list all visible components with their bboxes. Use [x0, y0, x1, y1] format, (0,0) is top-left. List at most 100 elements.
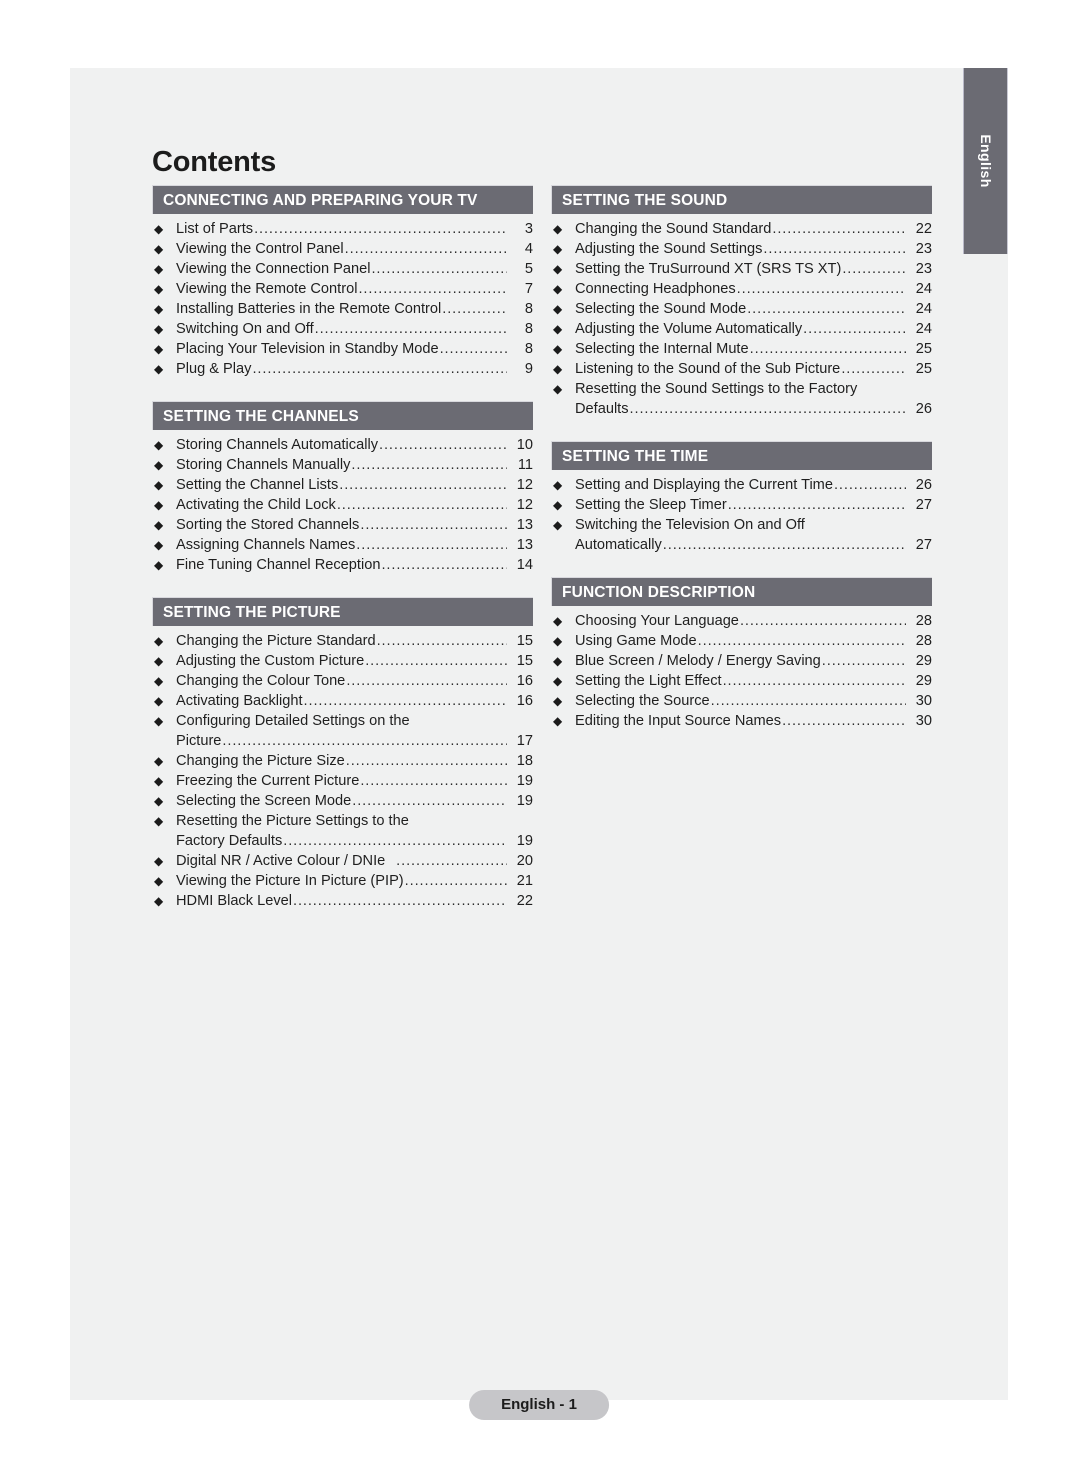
diamond-bullet-icon: ◆ — [553, 362, 563, 376]
toc-entry[interactable]: ◆ Listening to the Sound of the Sub Pictu… — [551, 359, 932, 379]
toc-entry[interactable]: ◆ Activating the Child Lock 12 — [152, 495, 533, 515]
toc-entry[interactable]: ◆ Selecting the Source 30 — [551, 691, 932, 711]
toc-entry[interactable]: ◆ Switching On and Off 8 — [152, 319, 533, 339]
toc-entry[interactable]: ◆ Viewing the Picture In Picture (PIP) 21 — [152, 871, 533, 891]
toc-entry[interactable]: ◆ Activating Backlight 16 — [152, 691, 533, 711]
toc-entry[interactable]: ◆ Installing Batteries in the Remote Cont… — [152, 299, 533, 319]
toc-entry[interactable]: ◆ Setting the Sleep Timer 27 — [551, 495, 932, 515]
toc-section: FUNCTION DESCRIPTION ◆ Choosing Your Langu… — [551, 577, 932, 731]
toc-entry-line: Choosing Your Language 28 — [575, 611, 932, 631]
toc-entry-line: Automatically 27 — [575, 535, 932, 555]
toc-entry-line: Connecting Headphones 24 — [575, 279, 932, 299]
dot-leader — [252, 359, 507, 374]
diamond-bullet-icon: ◆ — [154, 322, 164, 336]
toc-entry-label: Fine Tuning Channel Reception — [176, 557, 381, 573]
toc-entry-line: Viewing the Control Panel 4 — [176, 239, 533, 259]
toc-page-number: 13 — [516, 517, 533, 533]
diamond-bullet-icon: ◆ — [154, 222, 164, 236]
toc-entry[interactable]: ◆ Storing Channels Manually 11 — [152, 455, 533, 475]
toc-entry-line: Activating the Child Lock 12 — [176, 495, 533, 515]
toc-entry[interactable]: ◆ Selecting the Screen Mode 19 — [152, 791, 533, 811]
toc-entry[interactable]: ◆ Adjusting the Volume Automatically 24 — [551, 319, 932, 339]
diamond-bullet-icon: ◆ — [154, 478, 164, 492]
dot-leader — [346, 751, 507, 766]
toc-entry[interactable]: ◆ Resetting the Picture Settings to the Fa… — [152, 811, 533, 851]
diamond-bullet-icon: ◆ — [553, 634, 563, 648]
toc-page-number: 30 — [915, 693, 932, 709]
toc-entry[interactable]: ◆ Configuring Detailed Settings on the Pic… — [152, 711, 533, 751]
toc-entry[interactable]: ◆ Assigning Channels Names 13 — [152, 535, 533, 555]
diamond-bullet-icon: ◆ — [553, 674, 563, 688]
toc-page-number: 18 — [516, 753, 533, 769]
dot-leader — [345, 239, 507, 254]
diamond-bullet-icon: ◆ — [154, 458, 164, 472]
toc-entry[interactable]: ◆ HDMI Black Level 22 — [152, 891, 533, 911]
toc-entry[interactable]: ◆ Editing the Input Source Names 30 — [551, 711, 932, 731]
toc-entry[interactable]: ◆ Switching the Television On and Off Auto… — [551, 515, 932, 555]
toc-entry-label: Digital NR / Active Colour / DNIe — [176, 853, 386, 869]
toc-entry[interactable]: ◆ Changing the Sound Standard 22 — [551, 219, 932, 239]
toc-entry[interactable]: ◆ Setting the Light Effect 29 — [551, 671, 932, 691]
toc-page-number: 19 — [516, 793, 533, 809]
toc-page-number: 11 — [517, 457, 533, 473]
toc-page-number: 29 — [915, 653, 932, 669]
toc-entry[interactable]: ◆ Adjusting the Sound Settings 23 — [551, 239, 932, 259]
toc-entry[interactable]: ◆ List of Parts 3 — [152, 219, 533, 239]
diamond-bullet-icon: ◆ — [154, 498, 164, 512]
toc-entry-label: Sorting the Stored Channels — [176, 517, 360, 533]
toc-entry[interactable]: ◆ Selecting the Sound Mode 24 — [551, 299, 932, 319]
toc-entry[interactable]: ◆ Fine Tuning Channel Reception 14 — [152, 555, 533, 575]
diamond-bullet-icon: ◆ — [154, 518, 164, 532]
toc-entry[interactable]: ◆ Changing the Picture Size 18 — [152, 751, 533, 771]
toc-entry[interactable]: ◆ Adjusting the Custom Picture 15 — [152, 651, 533, 671]
toc-entry[interactable]: ◆ Freezing the Current Picture 19 — [152, 771, 533, 791]
toc-entry-line: List of Parts 3 — [176, 219, 533, 239]
toc-entry-label: Viewing the Picture In Picture (PIP) — [176, 873, 404, 889]
diamond-bullet-icon: ◆ — [154, 362, 164, 376]
toc-page-number: 9 — [524, 361, 533, 377]
toc-entry-line: Setting the Channel Lists 12 — [176, 475, 533, 495]
toc-entry[interactable]: ◆ Connecting Headphones 24 — [551, 279, 932, 299]
toc-entry-list: ◆ List of Parts 3 ◆ Viewing the Control Pane… — [152, 214, 533, 379]
dot-leader — [360, 771, 507, 786]
toc-entry-line: Configuring Detailed Settings on the — [176, 711, 533, 731]
toc-entry-list: ◆ Choosing Your Language 28 ◆ Using Game Mod… — [551, 606, 932, 731]
toc-entry-label: Setting the Channel Lists — [176, 477, 339, 493]
toc-entry[interactable]: ◆ Viewing the Connection Panel 5 — [152, 259, 533, 279]
diamond-bullet-icon: ◆ — [154, 674, 164, 688]
toc-entry[interactable]: ◆ Setting the Channel Lists 12 — [152, 475, 533, 495]
toc-entry-label: HDMI Black Level — [176, 893, 292, 909]
toc-page-number: 15 — [516, 653, 533, 669]
toc-entry[interactable]: ◆ Digital NR / Active Colour / DNIe 20 — [152, 851, 533, 871]
toc-entry[interactable]: ◆ Selecting the Internal Mute 25 — [551, 339, 932, 359]
toc-entry-label: Setting and Displaying the Current Time — [575, 477, 833, 493]
toc-entry[interactable]: ◆ Plug & Play 9 — [152, 359, 533, 379]
toc-entry-label: Adjusting the Sound Settings — [575, 241, 763, 257]
toc-entry-line: Factory Defaults 19 — [176, 831, 533, 851]
toc-entry-label: Configuring Detailed Settings on the — [176, 713, 410, 729]
toc-entry[interactable]: ◆ Resetting the Sound Settings to the Fac… — [551, 379, 932, 419]
toc-entry[interactable]: ◆ Changing the Picture Standard 15 — [152, 631, 533, 651]
toc-entry[interactable]: ◆ Changing the Colour Tone 16 — [152, 671, 533, 691]
toc-section: SETTING THE SOUND ◆ Changing the Sound Sta… — [551, 185, 932, 419]
toc-page-number: 22 — [516, 893, 533, 909]
dot-leader — [822, 651, 906, 666]
toc-entry[interactable]: ◆ Choosing Your Language 28 — [551, 611, 932, 631]
toc-entry-line: Blue Screen / Melody / Energy Saving 29 — [575, 651, 932, 671]
diamond-bullet-icon: ◆ — [154, 342, 164, 356]
toc-entry-label: Selecting the Screen Mode — [176, 793, 352, 809]
toc-page-number: 17 — [516, 733, 533, 749]
toc-page-number: 7 — [524, 281, 533, 297]
toc-entry[interactable]: ◆ Using Game Mode 28 — [551, 631, 932, 651]
toc-entry-line: Defaults 26 — [575, 399, 932, 419]
toc-entry[interactable]: ◆ Sorting the Stored Channels 13 — [152, 515, 533, 535]
toc-entry[interactable]: ◆ Placing Your Television in Standby Mode… — [152, 339, 533, 359]
dot-leader — [772, 219, 906, 234]
toc-entry[interactable]: ◆ Storing Channels Automatically 10 — [152, 435, 533, 455]
toc-entry[interactable]: ◆ Viewing the Control Panel 4 — [152, 239, 533, 259]
toc-entry[interactable]: ◆ Viewing the Remote Control 7 — [152, 279, 533, 299]
toc-entry[interactable]: ◆ Setting the TruSurround XT (SRS TS XT) 2… — [551, 259, 932, 279]
toc-entry[interactable]: ◆ Setting and Displaying the Current Time… — [551, 475, 932, 495]
toc-entry[interactable]: ◆ Blue Screen / Melody / Energy Saving 29 — [551, 651, 932, 671]
